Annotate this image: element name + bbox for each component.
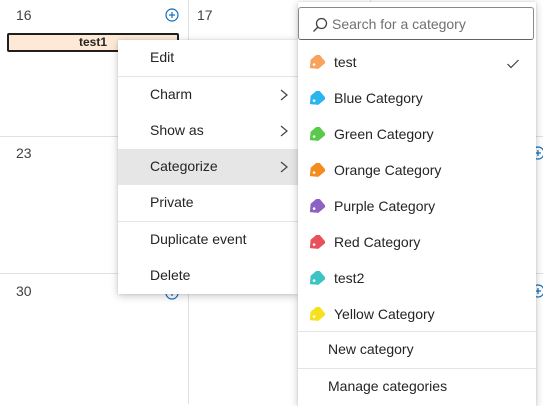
category-label: Red Category <box>334 234 421 250</box>
tag-icon <box>307 89 326 107</box>
category-item[interactable]: Purple Category <box>298 189 536 225</box>
menu-item-delete[interactable]: Delete <box>118 258 298 294</box>
category-label: test <box>334 54 357 70</box>
day-number: 30 <box>16 283 32 299</box>
menu-item-label: Edit <box>150 49 175 65</box>
menu-item-charm[interactable]: Charm <box>118 77 298 113</box>
tag-icon <box>307 269 326 287</box>
category-label: test2 <box>334 270 365 286</box>
search-icon <box>312 17 328 33</box>
tag-icon <box>307 125 326 143</box>
menu-item-categorize[interactable]: Categorize <box>118 149 298 185</box>
tag-icon <box>307 197 326 215</box>
day-number: 16 <box>16 7 32 23</box>
tag-icon <box>307 305 326 323</box>
day-number: 23 <box>16 145 32 161</box>
category-label: Orange Category <box>334 162 442 178</box>
menu-item-show-as[interactable]: Show as <box>118 113 298 149</box>
manage-categories-button[interactable]: Manage categories <box>298 369 536 405</box>
category-label: Green Category <box>334 126 434 142</box>
chevron-right-icon <box>278 124 290 138</box>
menu-item-label: Private <box>150 194 194 210</box>
category-item[interactable]: test <box>298 45 536 81</box>
category-item[interactable]: Red Category <box>298 225 536 261</box>
tag-icon <box>307 233 326 251</box>
category-label: Yellow Category <box>334 306 435 322</box>
category-submenu: Search for a category test Blue Category G… <box>298 2 536 406</box>
chevron-right-icon <box>278 160 290 174</box>
new-category-button[interactable]: New category <box>298 332 536 368</box>
tag-icon <box>307 161 326 179</box>
menu-item-duplicate-event[interactable]: Duplicate event <box>118 222 298 258</box>
checkmark-icon <box>506 57 520 69</box>
menu-item-label: Categorize <box>150 158 218 174</box>
category-label: Purple Category <box>334 198 436 214</box>
tag-icon <box>307 53 326 71</box>
search-placeholder: Search for a category <box>332 16 466 32</box>
category-item[interactable]: Green Category <box>298 117 536 153</box>
menu-item-edit[interactable]: Edit <box>118 40 298 76</box>
category-item[interactable]: test2 <box>298 261 536 297</box>
menu-item-private[interactable]: Private <box>118 185 298 221</box>
event-context-menu: Edit Charm Show as Categorize Private Du… <box>118 40 298 294</box>
category-search-input[interactable]: Search for a category <box>298 7 534 40</box>
menu-item-label: Show as <box>150 122 204 138</box>
category-item[interactable]: Yellow Category <box>298 297 536 333</box>
day-number: 17 <box>197 7 213 23</box>
menu-item-label: New category <box>328 341 414 357</box>
menu-item-label: Delete <box>150 267 191 283</box>
add-event-icon[interactable] <box>165 8 179 22</box>
menu-item-label: Charm <box>150 86 193 102</box>
menu-item-label: Manage categories <box>328 378 448 394</box>
category-label: Blue Category <box>334 90 423 106</box>
category-item[interactable]: Orange Category <box>298 153 536 189</box>
chevron-right-icon <box>278 88 290 102</box>
menu-item-label: Duplicate event <box>150 231 247 247</box>
category-item[interactable]: Blue Category <box>298 81 536 117</box>
